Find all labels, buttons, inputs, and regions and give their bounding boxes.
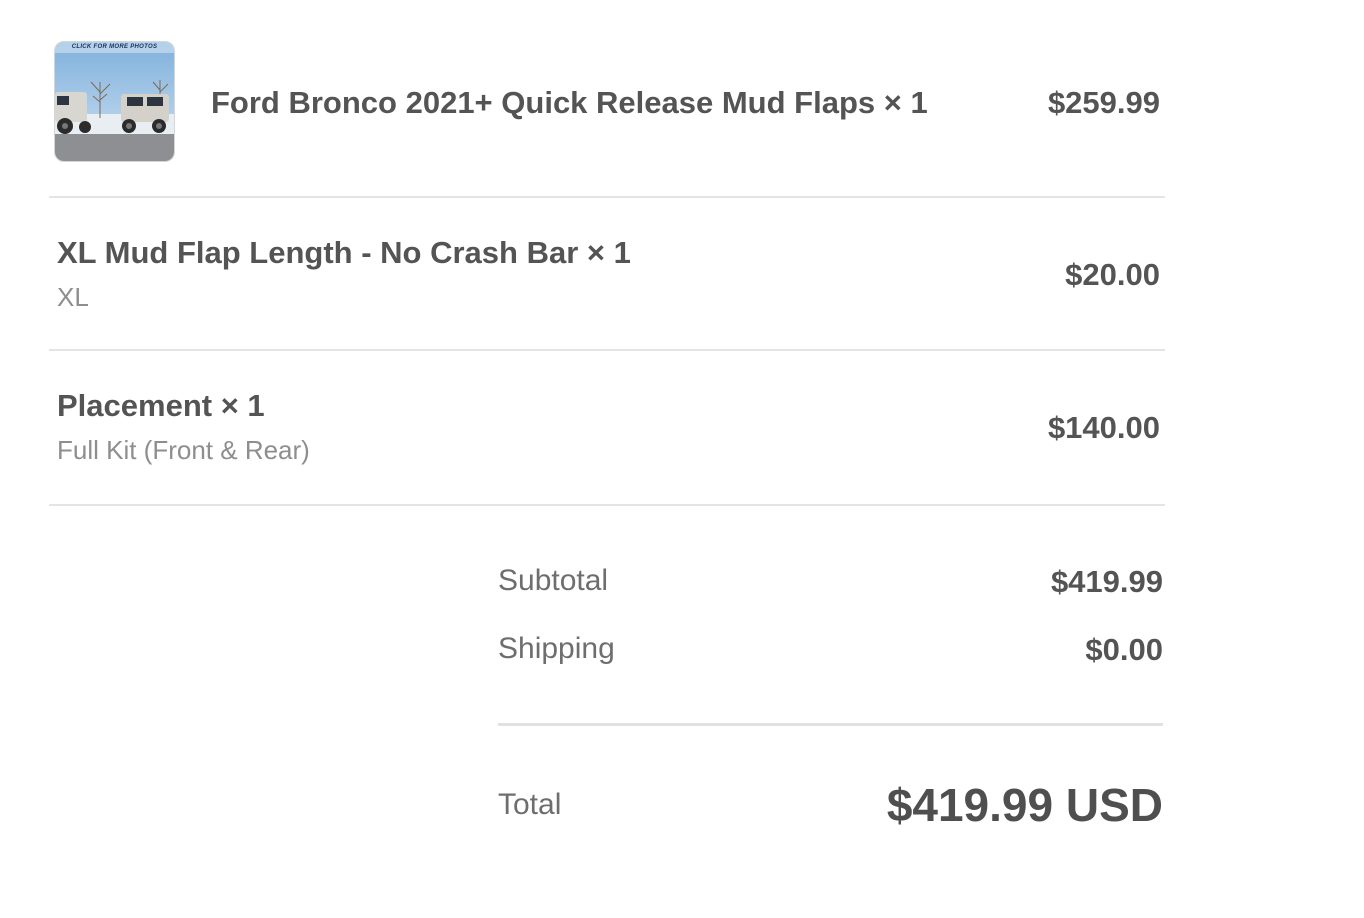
line-item-title: Placement × 1 xyxy=(57,388,265,423)
line-item-variant: Full Kit (Front & Rear) xyxy=(57,435,310,465)
order-summary-page: CLICK FOR MORE PHOTOS Ford Bronco 2021+ … xyxy=(0,0,1364,918)
line-item: CLICK FOR MORE PHOTOS Ford Bronco 2021+ … xyxy=(49,0,1165,198)
line-item-price: $140.00 xyxy=(1047,410,1160,445)
product-thumbnail[interactable]: CLICK FOR MORE PHOTOS xyxy=(54,41,175,162)
line-item-price: $20.00 xyxy=(1065,257,1160,292)
total-row: Total $419.99 USD xyxy=(498,778,1163,838)
product-photo-icon xyxy=(55,42,174,161)
line-items-list: CLICK FOR MORE PHOTOS Ford Bronco 2021+ … xyxy=(49,0,1165,198)
thumbnail-banner-text: CLICK FOR MORE PHOTOS xyxy=(71,44,158,50)
total-value: $419.99 USD xyxy=(886,779,1163,831)
line-item: Placement × 1 Full Kit (Front & Rear) $1… xyxy=(49,351,1165,506)
line-item-title: Ford Bronco 2021+ Quick Release Mud Flap… xyxy=(211,85,928,120)
shipping-row: Shipping $0.00 xyxy=(498,632,1163,672)
line-item-variant: XL xyxy=(57,282,89,312)
shipping-value: $0.00 xyxy=(1085,632,1163,667)
total-label: Total xyxy=(498,788,562,821)
line-item: XL Mud Flap Length - No Crash Bar × 1 XL… xyxy=(49,198,1165,351)
totals-divider xyxy=(498,723,1163,726)
line-item-price: $259.99 xyxy=(1047,85,1160,120)
subtotal-value: $419.99 xyxy=(1050,564,1163,599)
line-item-title: XL Mud Flap Length - No Crash Bar × 1 xyxy=(57,235,631,270)
subtotal-row: Subtotal $419.99 xyxy=(498,564,1163,604)
subtotal-label: Subtotal xyxy=(498,564,609,597)
shipping-label: Shipping xyxy=(498,632,615,665)
